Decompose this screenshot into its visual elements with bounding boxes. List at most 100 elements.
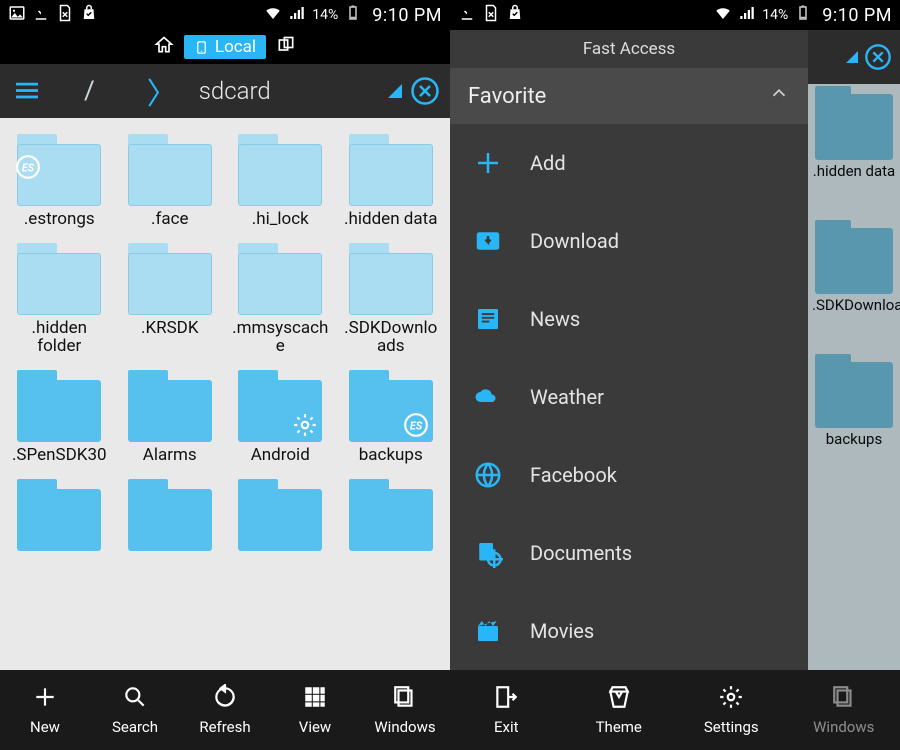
folder-icon (128, 479, 212, 551)
es-badge-icon: ES (15, 154, 41, 180)
folder-label: .hidden folder (9, 319, 109, 356)
signal-icon (288, 4, 306, 26)
plus-icon (32, 684, 58, 714)
folder-label: .hidden data (813, 164, 895, 180)
drawer-item-label: Movies (530, 619, 594, 643)
tab-local-label: Local (215, 37, 256, 57)
docs-icon (472, 537, 504, 569)
drawer-item-label: Download (530, 229, 619, 253)
drawer-item-movies[interactable]: Movies (450, 592, 808, 670)
folder-grid[interactable]: ES.estrongs.face.hi_lock .hidden data .hid… (0, 118, 450, 670)
drawer-body: Add Download News Weather Facebook Documents M… (450, 124, 808, 670)
folder-icon: ES (349, 370, 433, 442)
weather-icon (472, 381, 504, 413)
close-icon (864, 43, 892, 71)
bottom-label: Windows (813, 718, 874, 736)
drawer-item-documents[interactable]: Documents (450, 514, 808, 592)
dropdown-indicator-icon (846, 51, 858, 63)
windows-icon (392, 684, 418, 714)
battery-icon (794, 4, 812, 26)
drawer-item-facebook[interactable]: Facebook (450, 436, 808, 514)
status-bar: 14% 9:10 PM (0, 0, 450, 30)
drawer-item-download[interactable]: Download (450, 202, 808, 280)
bottom-view-button[interactable]: View (270, 670, 360, 750)
drawer-item-label: News (530, 307, 580, 331)
folder-item[interactable]: ES backups (336, 364, 447, 473)
movies-icon (472, 615, 504, 647)
folder-item[interactable]: Alarms (115, 364, 226, 473)
folder-item[interactable]: Android (225, 364, 336, 473)
folder-item[interactable] (115, 473, 226, 563)
folder-item[interactable]: ES.estrongs (4, 128, 115, 237)
breadcrumb-root[interactable]: / (54, 76, 125, 106)
exit-icon (493, 684, 519, 714)
drawer-section-favorite[interactable]: Favorite (450, 68, 808, 124)
clock: 9:10 PM (372, 5, 442, 26)
bottom-bar: Exit ThemeSettings Windows (450, 670, 900, 750)
grid-icon (302, 684, 328, 714)
search-icon (122, 684, 148, 714)
folder-item[interactable] (225, 473, 336, 563)
folder-label: .hidden data (344, 210, 437, 229)
home-icon[interactable] (154, 35, 174, 59)
bag-check-icon (80, 4, 98, 26)
drawer-item-label: Weather (530, 385, 604, 409)
folder-label: backups (359, 446, 423, 465)
folder-label: backups (826, 432, 882, 448)
folder-label: Android (251, 446, 310, 465)
folder-item[interactable]: .hi_lock (225, 128, 336, 237)
drawer-item-weather[interactable]: Weather (450, 358, 808, 436)
bottom-label: View (299, 718, 331, 736)
drawer-item-add[interactable]: Add (450, 124, 808, 202)
breadcrumb-location[interactable]: sdcard (199, 77, 388, 105)
refresh-icon (212, 684, 238, 714)
folder-item[interactable] (4, 473, 115, 563)
folder-item[interactable]: .KRSDK (115, 237, 226, 364)
svg-text:ES: ES (22, 161, 35, 174)
bottom-search-button[interactable]: Search (90, 670, 180, 750)
bottom-label: New (30, 718, 60, 736)
battery-percent: 14% (312, 7, 338, 23)
bottom-theme-button[interactable]: Theme (563, 670, 676, 750)
bottom-label: Exit (494, 718, 519, 736)
folder-item[interactable]: .hidden folder (4, 237, 115, 364)
folder-label: .mmsyscache (230, 319, 330, 356)
menu-icon[interactable] (0, 80, 54, 102)
drawer-item-label: Add (530, 151, 566, 175)
drawer-title: Fast Access (450, 30, 808, 68)
tab-local[interactable]: Local (184, 35, 266, 59)
folder-icon (17, 370, 101, 442)
bottom-settings-button[interactable]: Settings (675, 670, 788, 750)
folder-item[interactable]: .SPenSDK30 (4, 364, 115, 473)
theme-icon (606, 684, 632, 714)
image-icon (8, 4, 26, 26)
multi-window-icon[interactable] (276, 35, 296, 59)
bottom-new-button[interactable]: New (0, 670, 90, 750)
drawer-section-label: Favorite (468, 84, 546, 109)
folder-item[interactable]: .face (115, 128, 226, 237)
folder-item[interactable]: .hidden data (336, 128, 447, 237)
folder-item[interactable]: .mmsyscache (225, 237, 336, 364)
bottom-refresh-button[interactable]: Refresh (180, 670, 270, 750)
folder-label: .SDKDownloads (812, 298, 896, 314)
drawer-item-news[interactable]: News (450, 280, 808, 358)
folder-icon (815, 362, 893, 428)
plus-icon (472, 147, 504, 179)
dropdown-indicator-icon[interactable] (388, 84, 402, 98)
bottom-windows-button[interactable]: Windows (360, 670, 450, 750)
folder-icon (128, 370, 212, 442)
folder-icon (17, 243, 101, 315)
folder-item[interactable]: .SDKDownloads (336, 237, 447, 364)
close-icon[interactable] (410, 76, 440, 106)
es-badge-icon: ES (403, 412, 429, 438)
bottom-exit-button[interactable]: Exit (450, 670, 563, 750)
folder-item[interactable] (336, 473, 447, 563)
wifi-icon (714, 4, 732, 26)
download-icon (458, 4, 476, 26)
folder-icon (238, 370, 322, 442)
bottom-windows-button[interactable]: Windows (788, 670, 900, 750)
folder-icon (128, 243, 212, 315)
drawer-item-label: Facebook (530, 463, 617, 487)
battery-percent: 14% (762, 7, 788, 23)
windows-icon (831, 684, 857, 714)
